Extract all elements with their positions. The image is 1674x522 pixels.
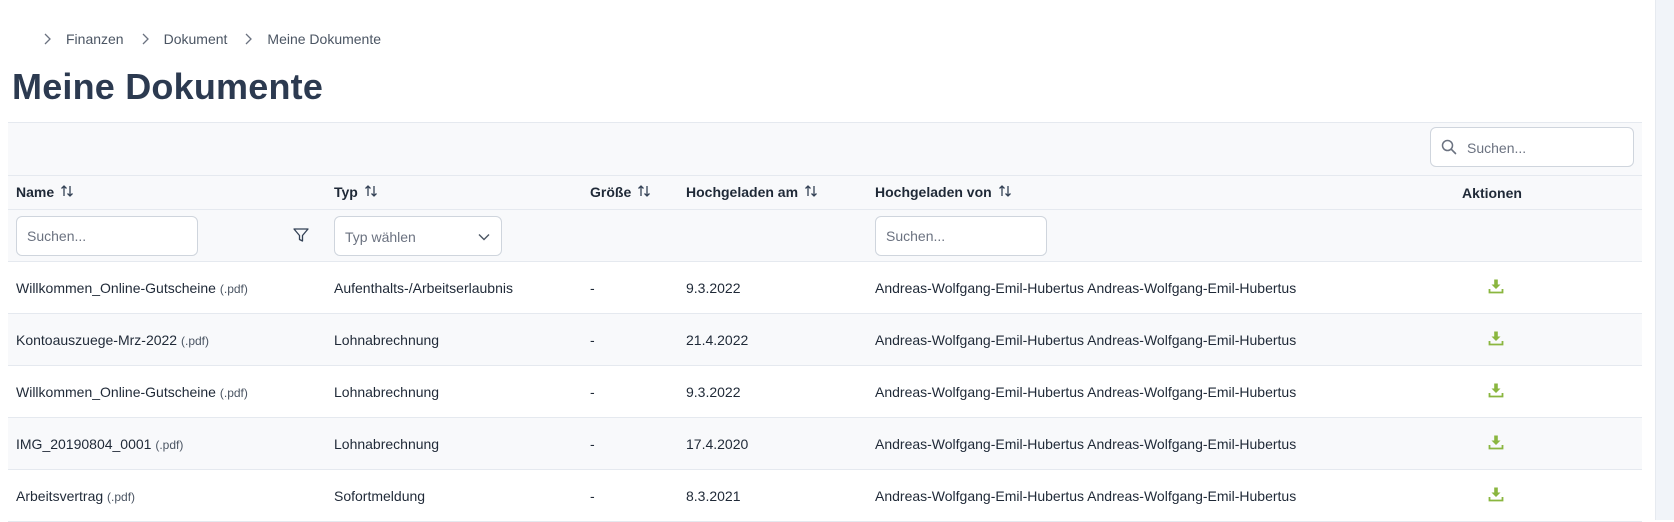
file-extension: (.pdf) — [181, 333, 210, 348]
cell-size: - — [582, 417, 678, 470]
cell-size: - — [582, 469, 678, 522]
column-header-size[interactable]: Größe — [582, 176, 678, 210]
column-header-actions: Aktionen — [1342, 176, 1642, 210]
download-icon[interactable] — [1488, 382, 1504, 401]
cell-uploaded-at: 21.4.2022 — [678, 313, 867, 366]
cell-actions — [1342, 417, 1642, 470]
column-header-label: Name — [16, 183, 55, 200]
file-extension: (.pdf) — [219, 385, 248, 400]
cell-type: Lohnabrechnung — [326, 365, 582, 418]
cell-uploaded-at: 17.4.2020 — [678, 417, 867, 470]
filter-cell-actions — [1342, 209, 1642, 262]
cell-uploaded-by: Andreas-Wolfgang-Emil-Hubertus Andreas-W… — [867, 469, 1342, 522]
column-header-label: Typ — [334, 183, 358, 200]
cell-name: Willkommen_Online-Gutscheine (.pdf) — [8, 261, 326, 314]
cell-type: Sofortmeldung — [326, 469, 582, 522]
page-title: Meine Dokumente — [12, 66, 324, 107]
cell-type: Aufenthalts-/Arbeitserlaubnis — [326, 261, 582, 314]
file-extension: (.pdf) — [155, 437, 184, 452]
cell-name: Arbeitsvertrag (.pdf) — [8, 469, 326, 522]
column-header-label: Hochgeladen am — [686, 183, 799, 200]
cell-size: - — [582, 365, 678, 418]
table-row[interactable]: Kontoauszuege-Mrz-2022 (.pdf) Lohnabrech… — [8, 313, 1642, 366]
breadcrumb: Finanzen Dokument Meine Dokumente — [38, 30, 393, 48]
sort-icon[interactable] — [998, 184, 1012, 201]
type-filter-select[interactable]: Typ wählen — [334, 215, 502, 256]
filter-cell-name — [8, 209, 326, 262]
name-filter-input[interactable] — [16, 215, 198, 256]
table-filter-row: Typ wählen — [8, 209, 1642, 262]
column-header-uploaded-at[interactable]: Hochgeladen am — [678, 176, 867, 210]
global-search[interactable] — [1430, 127, 1634, 167]
cell-uploaded-at: 9.3.2022 — [678, 365, 867, 418]
cell-uploaded-at: 9.3.2022 — [678, 261, 867, 314]
column-header-type[interactable]: Typ — [326, 176, 582, 210]
sort-icon[interactable] — [637, 184, 651, 201]
cell-uploaded-by: Andreas-Wolfgang-Emil-Hubertus Andreas-W… — [867, 313, 1342, 366]
table-toolbar — [8, 123, 1642, 176]
table-row[interactable]: Willkommen_Online-Gutscheine (.pdf) Lohn… — [8, 365, 1642, 418]
table-header-row: Name Typ Größe Hochgeladen am Hochgelade… — [8, 176, 1642, 210]
file-name: IMG_20190804_0001 — [16, 435, 152, 452]
uploaded-by-filter-input[interactable] — [875, 215, 1047, 256]
file-extension: (.pdf) — [219, 281, 248, 296]
download-icon[interactable] — [1488, 434, 1504, 453]
file-extension: (.pdf) — [107, 489, 136, 504]
file-name: Kontoauszuege-Mrz-2022 — [16, 331, 178, 348]
type-filter-placeholder: Typ wählen — [345, 228, 416, 245]
cell-actions — [1342, 313, 1642, 366]
cell-name: Kontoauszuege-Mrz-2022 (.pdf) — [8, 313, 326, 366]
cell-name: IMG_20190804_0001 (.pdf) — [8, 417, 326, 470]
breadcrumb-item-finanzen[interactable]: Finanzen — [66, 31, 124, 47]
cell-type: Lohnabrechnung — [326, 313, 582, 366]
column-header-label: Hochgeladen von — [875, 183, 992, 200]
filter-icon[interactable] — [292, 226, 310, 244]
sort-icon[interactable] — [364, 184, 378, 201]
cell-type: Lohnabrechnung — [326, 417, 582, 470]
filter-cell-uploaded-by — [867, 209, 1342, 262]
chevron-down-icon — [477, 230, 491, 247]
cell-uploaded-at: 8.3.2021 — [678, 469, 867, 522]
table-row[interactable]: Willkommen_Online-Gutscheine (.pdf) Aufe… — [8, 261, 1642, 314]
breadcrumb-item-meine-dokumente: Meine Dokumente — [267, 31, 382, 47]
chevron-right-icon — [38, 30, 56, 48]
file-name: Willkommen_Online-Gutscheine — [16, 383, 216, 400]
documents-table-card: Name Typ Größe Hochgeladen am Hochgelade… — [8, 122, 1642, 522]
cell-name: Willkommen_Online-Gutscheine (.pdf) — [8, 365, 326, 418]
sort-icon[interactable] — [60, 184, 74, 201]
download-icon[interactable] — [1488, 278, 1504, 297]
filter-cell-size — [582, 209, 678, 262]
download-icon[interactable] — [1488, 486, 1504, 505]
cell-actions — [1342, 469, 1642, 522]
column-header-label: Größe — [590, 183, 632, 200]
cell-uploaded-by: Andreas-Wolfgang-Emil-Hubertus Andreas-W… — [867, 261, 1342, 314]
global-search-input[interactable] — [1465, 136, 1629, 160]
cell-size: - — [582, 313, 678, 366]
filter-cell-type: Typ wählen — [326, 209, 582, 262]
sort-icon[interactable] — [804, 184, 818, 201]
cell-uploaded-by: Andreas-Wolfgang-Emil-Hubertus Andreas-W… — [867, 365, 1342, 418]
cell-uploaded-by: Andreas-Wolfgang-Emil-Hubertus Andreas-W… — [867, 417, 1342, 470]
table-row[interactable]: Arbeitsvertrag (.pdf) Sofortmeldung - 8.… — [8, 469, 1642, 522]
chevron-right-icon — [136, 30, 154, 48]
table-row[interactable]: IMG_20190804_0001 (.pdf) Lohnabrechnung … — [8, 417, 1642, 470]
column-header-name[interactable]: Name — [8, 176, 326, 210]
documents-table: Name Typ Größe Hochgeladen am Hochgelade… — [8, 176, 1642, 522]
cell-size: - — [582, 261, 678, 314]
download-icon[interactable] — [1488, 330, 1504, 349]
page-scroll-gutter — [1655, 0, 1674, 520]
search-icon — [1441, 139, 1457, 160]
breadcrumb-item-dokument[interactable]: Dokument — [164, 31, 228, 47]
filter-cell-uploaded-at — [678, 209, 867, 262]
cell-actions — [1342, 365, 1642, 418]
cell-actions — [1342, 261, 1642, 314]
column-header-uploaded-by[interactable]: Hochgeladen von — [867, 176, 1342, 210]
file-name: Willkommen_Online-Gutscheine — [16, 279, 216, 296]
file-name: Arbeitsvertrag — [16, 487, 104, 504]
chevron-right-icon — [239, 30, 257, 48]
